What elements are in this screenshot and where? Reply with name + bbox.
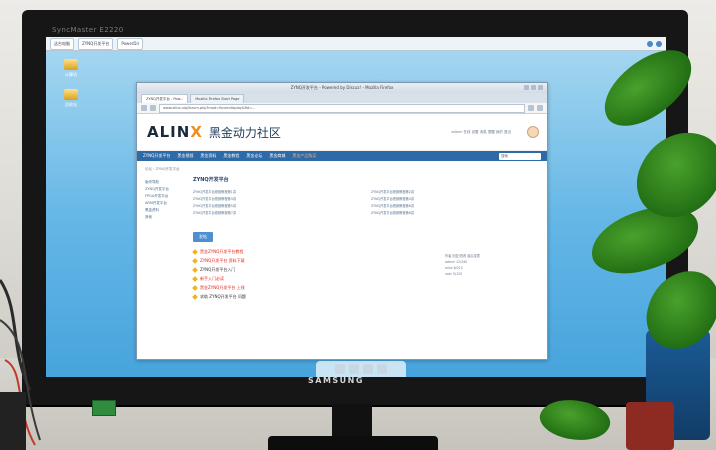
subforum-link[interactable]: ZYNQ开发平台视频教程第7讲 [193,210,361,215]
search-input[interactable]: 搜索 [499,152,541,160]
subforum-link[interactable]: ZYNQ开发平台视频教程第5讲 [193,203,361,208]
thread-title[interactable]: ZYNQ开发平台入门 [200,265,235,274]
nav-item[interactable]: 黑金教程 [223,153,239,159]
new-post-button[interactable]: 发帖 [193,232,213,242]
nav-item[interactable]: 黑金资料 [200,153,216,159]
star-icon [192,257,198,264]
subforum-link[interactable]: ZYNQ开发平台视频教程第2讲 [371,189,539,194]
window-title: ZYNQ开发平台 - Powered by Discuz! - Mozilla … [290,85,394,90]
desktop-icon-recycle[interactable]: 回收站 [58,89,84,108]
subforum-link[interactable]: ZYNQ开发平台视频教程第1讲 [193,189,361,194]
dock-bar [316,361,406,377]
url-bar: www.alinx.vip/forum.php?mod=forumdisplay… [137,103,547,114]
star-icon [192,275,198,282]
circuit-board [0,392,26,450]
plant-pot-red [626,402,674,450]
network-icon[interactable] [647,40,653,47]
nav-item[interactable]: 黑金论坛 [246,153,262,159]
thread-row[interactable]: 求助 ZYNQ开发平台 问题 [192,292,539,301]
site-title: 黑金动力社区 [208,125,281,140]
home-icon[interactable] [528,105,534,111]
nav-item-hot[interactable]: 黑金产品购买 [292,153,316,159]
forum-content: 论坛 › ZYNQ开发平台 版块导航 ZYNQ开发平台 FPGA开发平台 ARM… [137,161,547,307]
back-icon[interactable] [141,105,147,111]
taskbar-tab[interactable]: PowerDir [117,37,144,50]
subforum-link[interactable]: ZYNQ开发平台视频教程第8讲 [371,210,539,215]
recycle-bin-icon [64,89,78,100]
star-icon [192,293,198,300]
browser-titlebar: ZYNQ开发平台 - Powered by Discuz! - Mozilla … [137,83,547,93]
sidebar-item[interactable]: ZYNQ开发平台 [145,186,183,193]
browser-window: ZYNQ开发平台 - Powered by Discuz! - Mozilla … [136,82,548,360]
monitor-base [268,436,438,450]
sidebar-item[interactable]: 黑金资料 [145,207,183,214]
thread-title[interactable]: 求助 ZYNQ开发平台 问题 [200,292,246,301]
thread-title[interactable]: 黑金ZYNQ开发平台教程 [200,247,243,256]
minimize-icon[interactable] [524,85,529,90]
thread-title[interactable]: 黑金ZYNQ开发平台 上线 [200,283,245,292]
desktop-icon-label: 计算机 [65,72,77,77]
star-icon [192,248,198,255]
app-icon[interactable] [377,364,387,374]
thread-title[interactable]: 新手入门必读 [200,274,224,283]
bezel-logo: SAMSUNG [308,376,364,385]
thread-row[interactable]: 黑金ZYNQ开发平台 上线 [192,283,539,292]
sidebar-item[interactable]: ARM开发平台 [145,200,183,207]
menu-icon[interactable] [537,105,543,111]
thread-stats-panel: 作者 回复/查看 最后发表 admin 12/340 alinx 8/215 u… [445,253,541,277]
desktop-taskbar: 这台电脑 ZYNQ开发平台 PowerDir [46,37,666,51]
desktop-icon-computer[interactable]: 计算机 [58,59,84,78]
folder-icon [64,59,78,70]
avatar[interactable] [527,126,539,138]
star-icon [192,266,198,273]
thread-title[interactable]: ZYNQ开发平台 资料下载 [200,256,245,265]
star-icon [192,284,198,291]
browser-tab[interactable]: ZYNQ开发平台 - Pow... [141,94,189,103]
forum-sidebar: 版块导航 ZYNQ开发平台 FPGA开发平台 ARM开发平台 黑金资料 其他 [145,179,183,221]
breadcrumb[interactable]: 论坛 › ZYNQ开发平台 [145,167,539,172]
forward-icon[interactable] [150,105,156,111]
site-nav: ZYNQ开发平台 黑金视频 黑金资料 黑金教程 黑金论坛 黑金商城 黑金产品购买… [137,151,547,161]
subforum-link[interactable]: ZYNQ开发平台视频教程第6讲 [371,203,539,208]
app-icon[interactable] [349,364,359,374]
browser-tabs: ZYNQ开发平台 - Pow... Mozilla Firefox Start … [137,93,547,103]
nav-item[interactable]: 黑金商城 [269,153,285,159]
desktop-icon-label: 回收站 [65,102,77,107]
address-input[interactable]: www.alinx.vip/forum.php?mod=forumdisplay… [159,103,525,113]
nav-item[interactable]: ZYNQ开发平台 [143,153,170,159]
nav-item[interactable]: 黑金视频 [177,153,193,159]
app-icon[interactable] [363,364,373,374]
taskbar-tab[interactable]: 这台电脑 [50,37,74,50]
subforum-list: ZYNQ开发平台视频教程第1讲 ZYNQ开发平台视频教程第2讲 ZYNQ开发平台… [193,189,539,215]
stats-row: user 5/120 [445,272,463,276]
app-icon[interactable] [335,364,345,374]
monitor-model-label: SyncMaster E2220 [52,26,124,34]
sidebar-item[interactable]: FPGA开发平台 [145,193,183,200]
page-title: ZYNQ开发平台 [193,177,229,183]
subforum-link[interactable]: ZYNQ开发平台视频教程第3讲 [193,196,361,201]
green-module [92,400,116,416]
taskbar-tab[interactable]: ZYNQ开发平台 [78,37,114,50]
photo-scene: SyncMaster E2220 这台电脑 ZYNQ开发平台 PowerDir … [0,0,716,450]
site-header: ALINX 黑金动力社区 admin 在线 设置 消息 提醒 我的 退出 [137,114,547,151]
maximize-icon[interactable] [531,85,536,90]
taskbar-tray [647,40,666,47]
window-controls [524,85,543,90]
monitor-screen: 这台电脑 ZYNQ开发平台 PowerDir 计算机 回收站 ZYNQ开发平台 … [46,37,666,377]
close-icon[interactable] [538,85,543,90]
user-links[interactable]: admin 在线 设置 消息 提醒 我的 退出 [451,130,521,135]
site-logo[interactable]: ALINX [147,123,203,141]
monitor: SyncMaster E2220 这台电脑 ZYNQ开发平台 PowerDir … [22,10,688,405]
browser-tab[interactable]: Mozilla Firefox Start Page [190,94,245,103]
volume-icon[interactable] [656,40,662,47]
forum-main: ZYNQ开发平台 ZYNQ开发平台视频教程第1讲 ZYNQ开发平台视频教程第2讲… [192,176,539,301]
subforum-link[interactable]: ZYNQ开发平台视频教程第4讲 [371,196,539,201]
sidebar-item[interactable]: 版块导航 [145,179,183,186]
sidebar-item[interactable]: 其他 [145,214,183,221]
